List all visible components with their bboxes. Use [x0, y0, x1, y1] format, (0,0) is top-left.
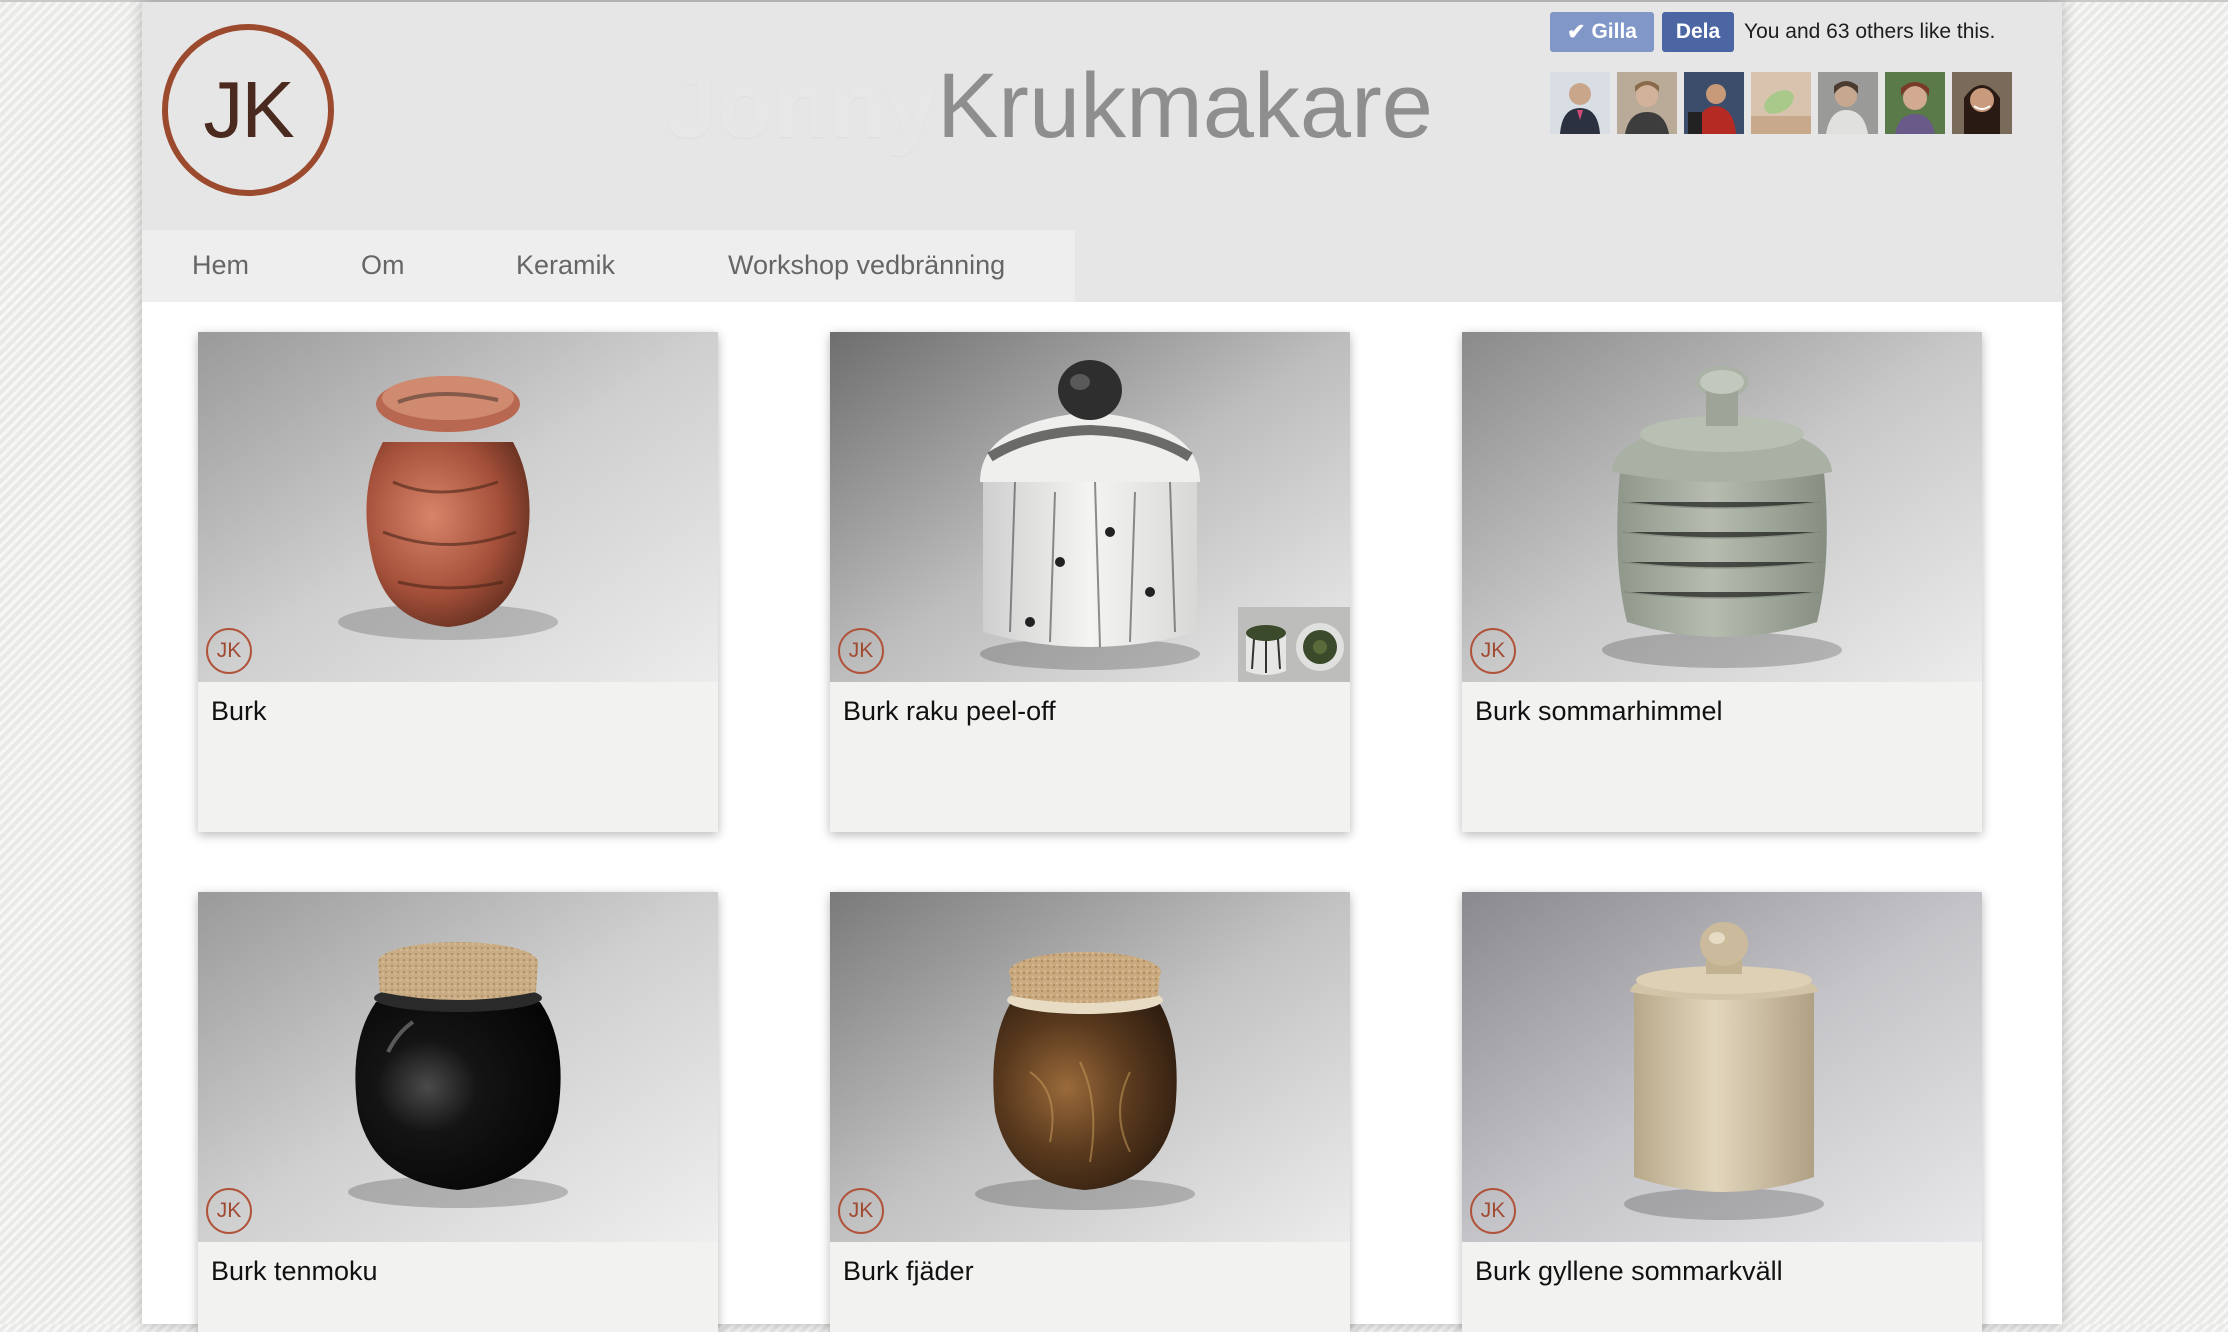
- avatar[interactable]: [1684, 72, 1744, 134]
- watermark-badge: JK: [206, 1188, 252, 1234]
- avatar[interactable]: [1751, 72, 1811, 134]
- site-logo[interactable]: JK: [162, 24, 334, 196]
- like-button-label: Gilla: [1591, 20, 1637, 43]
- share-button[interactable]: Dela: [1662, 12, 1734, 52]
- avatar[interactable]: [1952, 72, 2012, 134]
- share-button-label: Dela: [1675, 20, 1721, 43]
- check-icon: ✔: [1567, 19, 1586, 44]
- product-image[interactable]: JK: [198, 892, 718, 1242]
- page-container: JK JonnyKrukmakare ✔ Gilla Dela You and …: [142, 2, 2062, 1332]
- watermark-badge: JK: [838, 1188, 884, 1234]
- product-card[interactable]: JK Burk raku peel-off: [830, 332, 1350, 832]
- watermark-badge: JK: [1470, 628, 1516, 674]
- watermark-badge: JK: [1470, 1188, 1516, 1234]
- product-card[interactable]: JK Burk fjäder: [830, 892, 1350, 1332]
- product-card[interactable]: JK Burk gyllene sommarkväll: [1462, 892, 1982, 1332]
- site-title[interactable]: JonnyKrukmakare: [666, 56, 1433, 156]
- avatar[interactable]: [1818, 72, 1878, 134]
- product-title[interactable]: Burk tenmoku: [211, 1256, 378, 1287]
- like-count-text: You and 63 others like this.: [1744, 20, 1996, 43]
- product-title[interactable]: Burk fjäder: [843, 1256, 974, 1287]
- product-title[interactable]: Burk: [211, 696, 267, 727]
- logo-text: JK: [203, 65, 294, 154]
- product-title[interactable]: Burk gyllene sommarkväll: [1475, 1256, 1783, 1287]
- product-image[interactable]: JK: [1462, 892, 1982, 1242]
- watermark-badge: JK: [206, 628, 252, 674]
- product-card[interactable]: JK Burk sommarhimmel: [1462, 332, 1982, 832]
- main-nav: Hem Om Keramik Workshop vedbränning: [142, 230, 1075, 302]
- product-card[interactable]: JK Burk tenmoku: [198, 892, 718, 1332]
- like-button[interactable]: ✔ Gilla: [1550, 12, 1654, 52]
- product-title[interactable]: Burk sommarhimmel: [1475, 696, 1723, 727]
- product-card[interactable]: JK Burk: [198, 332, 718, 832]
- site-title-first: Jonny: [666, 55, 937, 157]
- nav-item-hem[interactable]: Hem: [192, 250, 249, 281]
- product-image[interactable]: JK: [1462, 332, 1982, 682]
- product-image[interactable]: JK: [830, 892, 1350, 1242]
- site-header: JK JonnyKrukmakare ✔ Gilla Dela You and …: [142, 2, 2062, 302]
- watermark-badge: JK: [838, 628, 884, 674]
- nav-item-keramik[interactable]: Keramik: [516, 250, 615, 281]
- nav-item-om[interactable]: Om: [361, 250, 405, 281]
- nav-item-workshop[interactable]: Workshop vedbränning: [728, 250, 1005, 281]
- product-title[interactable]: Burk raku peel-off: [843, 696, 1056, 727]
- friend-avatars: [1550, 72, 2030, 134]
- thumbnail-image[interactable]: [1238, 607, 1350, 682]
- product-image[interactable]: JK: [198, 332, 718, 682]
- avatar[interactable]: [1885, 72, 1945, 134]
- avatar[interactable]: [1550, 72, 1610, 134]
- avatar[interactable]: [1617, 72, 1677, 134]
- product-image[interactable]: JK: [830, 332, 1350, 682]
- facebook-like-box: ✔ Gilla Dela You and 63 others like this…: [1550, 12, 2030, 134]
- site-title-last: Krukmakare: [936, 55, 1433, 157]
